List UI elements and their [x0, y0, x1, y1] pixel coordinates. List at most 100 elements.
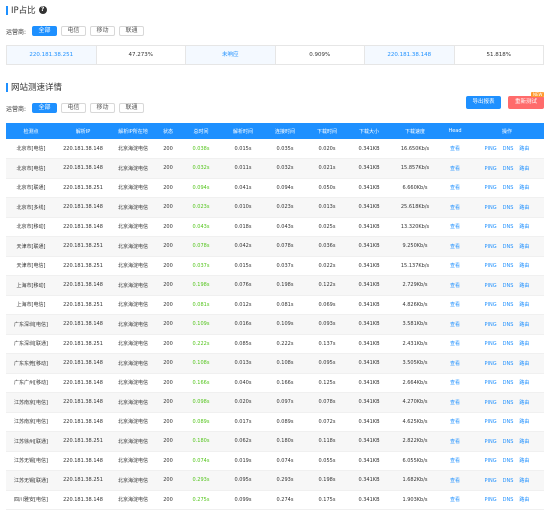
head-view-link[interactable]: 查看 [440, 178, 470, 198]
route-link[interactable]: 路由 [519, 244, 529, 250]
head-view-link[interactable]: 查看 [440, 431, 470, 452]
ip-filter-all[interactable]: 全部 [32, 26, 58, 36]
dns-link[interactable]: DNS [503, 361, 514, 367]
cell-dns-time: 0.040s [222, 373, 264, 393]
ping-link[interactable]: PING [485, 400, 497, 406]
route-link[interactable]: 路由 [519, 185, 529, 191]
route-link[interactable]: 路由 [519, 205, 529, 211]
route-link[interactable]: 路由 [519, 224, 529, 230]
head-view-link[interactable]: 查看 [440, 217, 470, 237]
dns-link[interactable]: DNS [503, 439, 514, 445]
ip-filter-mobile[interactable]: 移动 [90, 26, 116, 36]
head-view-link[interactable]: 查看 [440, 275, 470, 296]
col-connect-time[interactable]: 连接时间 [264, 123, 306, 139]
col-download-speed[interactable]: 下载速度 [390, 123, 440, 139]
ping-link[interactable]: PING [485, 166, 497, 172]
head-view-link[interactable]: 查看 [440, 451, 470, 471]
dns-link[interactable]: DNS [503, 244, 514, 250]
dns-link[interactable]: DNS [503, 478, 514, 484]
speed-filter-all[interactable]: 全部 [32, 103, 58, 113]
speed-filter-unicom[interactable]: 联通 [119, 103, 145, 113]
export-report-button[interactable]: 导出报表 [466, 96, 501, 109]
ping-link[interactable]: PING [485, 341, 497, 347]
ip-filter-telecom[interactable]: 电信 [61, 26, 87, 36]
head-view-link[interactable]: 查看 [440, 236, 470, 257]
route-link[interactable]: 路由 [519, 341, 529, 347]
head-view-link[interactable]: 查看 [440, 295, 470, 315]
ping-link[interactable]: PING [485, 478, 497, 484]
route-link[interactable]: 路由 [519, 380, 529, 386]
ping-link[interactable]: PING [485, 380, 497, 386]
dns-link[interactable]: DNS [503, 400, 514, 406]
ping-link[interactable]: PING [485, 283, 497, 289]
head-view-link[interactable]: 查看 [440, 139, 470, 159]
ip-filter-unicom[interactable]: 联通 [119, 26, 145, 36]
col-download-time[interactable]: 下载时间 [306, 123, 348, 139]
help-icon[interactable]: ? [38, 6, 47, 14]
col-node[interactable]: 检测点 [6, 123, 56, 139]
ping-link[interactable]: PING [485, 361, 497, 367]
head-view-link[interactable]: 查看 [440, 197, 470, 218]
head-view-link[interactable]: 查看 [440, 412, 470, 432]
dns-link[interactable]: DNS [503, 419, 514, 425]
dns-link[interactable]: DNS [503, 205, 514, 211]
cell-ip: 220.181.38.148 [56, 412, 110, 432]
dns-link[interactable]: DNS [503, 302, 514, 308]
route-link[interactable]: 路由 [519, 166, 529, 172]
ping-link[interactable]: PING [485, 458, 497, 464]
ping-link[interactable]: PING [485, 263, 497, 269]
route-link[interactable]: 路由 [519, 497, 529, 503]
route-link[interactable]: 路由 [519, 419, 529, 425]
head-view-link[interactable]: 查看 [440, 314, 470, 335]
head-view-link[interactable]: 查看 [440, 490, 470, 510]
dns-link[interactable]: DNS [503, 263, 514, 269]
dns-link[interactable]: DNS [503, 185, 514, 191]
col-location[interactable]: 解析IP所在地 [110, 123, 156, 139]
ping-link[interactable]: PING [485, 146, 497, 152]
dns-link[interactable]: DNS [503, 380, 514, 386]
head-view-link[interactable]: 查看 [440, 256, 470, 276]
dns-link[interactable]: DNS [503, 146, 514, 152]
ping-link[interactable]: PING [485, 322, 497, 328]
col-dns-time[interactable]: 解析时间 [222, 123, 264, 139]
dns-link[interactable]: DNS [503, 283, 514, 289]
route-link[interactable]: 路由 [519, 146, 529, 152]
ping-link[interactable]: PING [485, 244, 497, 250]
head-view-link[interactable]: 查看 [440, 392, 470, 413]
ping-link[interactable]: PING [485, 439, 497, 445]
col-download-size[interactable]: 下载大小 [348, 123, 390, 139]
head-view-link[interactable]: 查看 [440, 470, 470, 491]
route-link[interactable]: 路由 [519, 283, 529, 289]
dns-link[interactable]: DNS [503, 497, 514, 503]
route-link[interactable]: 路由 [519, 322, 529, 328]
dns-link[interactable]: DNS [503, 322, 514, 328]
route-link[interactable]: 路由 [519, 361, 529, 367]
dns-link[interactable]: DNS [503, 341, 514, 347]
route-link[interactable]: 路由 [519, 478, 529, 484]
col-total-time[interactable]: 总时间 [180, 123, 222, 139]
retest-button[interactable]: 重新测试 [508, 96, 544, 109]
route-link[interactable]: 路由 [519, 263, 529, 269]
route-link[interactable]: 路由 [519, 302, 529, 308]
ping-link[interactable]: PING [485, 302, 497, 308]
head-view-link[interactable]: 查看 [440, 334, 470, 354]
col-status[interactable]: 状态 [156, 123, 180, 139]
speed-filter-mobile[interactable]: 移动 [90, 103, 116, 113]
head-view-link[interactable]: 查看 [440, 373, 470, 393]
head-view-link[interactable]: 查看 [440, 353, 470, 374]
dns-link[interactable]: DNS [503, 458, 514, 464]
ping-link[interactable]: PING [485, 497, 497, 503]
ping-link[interactable]: PING [485, 205, 497, 211]
ping-link[interactable]: PING [485, 185, 497, 191]
route-link[interactable]: 路由 [519, 439, 529, 445]
route-link[interactable]: 路由 [519, 458, 529, 464]
dns-link[interactable]: DNS [503, 224, 514, 230]
ping-link[interactable]: PING [485, 224, 497, 230]
col-ip[interactable]: 解析IP [56, 123, 110, 139]
speed-filter-telecom[interactable]: 电信 [61, 103, 87, 113]
cell-download-speed: 13.320Kb/s [390, 217, 440, 237]
ping-link[interactable]: PING [485, 419, 497, 425]
dns-link[interactable]: DNS [503, 166, 514, 172]
route-link[interactable]: 路由 [519, 400, 529, 406]
head-view-link[interactable]: 查看 [440, 158, 470, 179]
